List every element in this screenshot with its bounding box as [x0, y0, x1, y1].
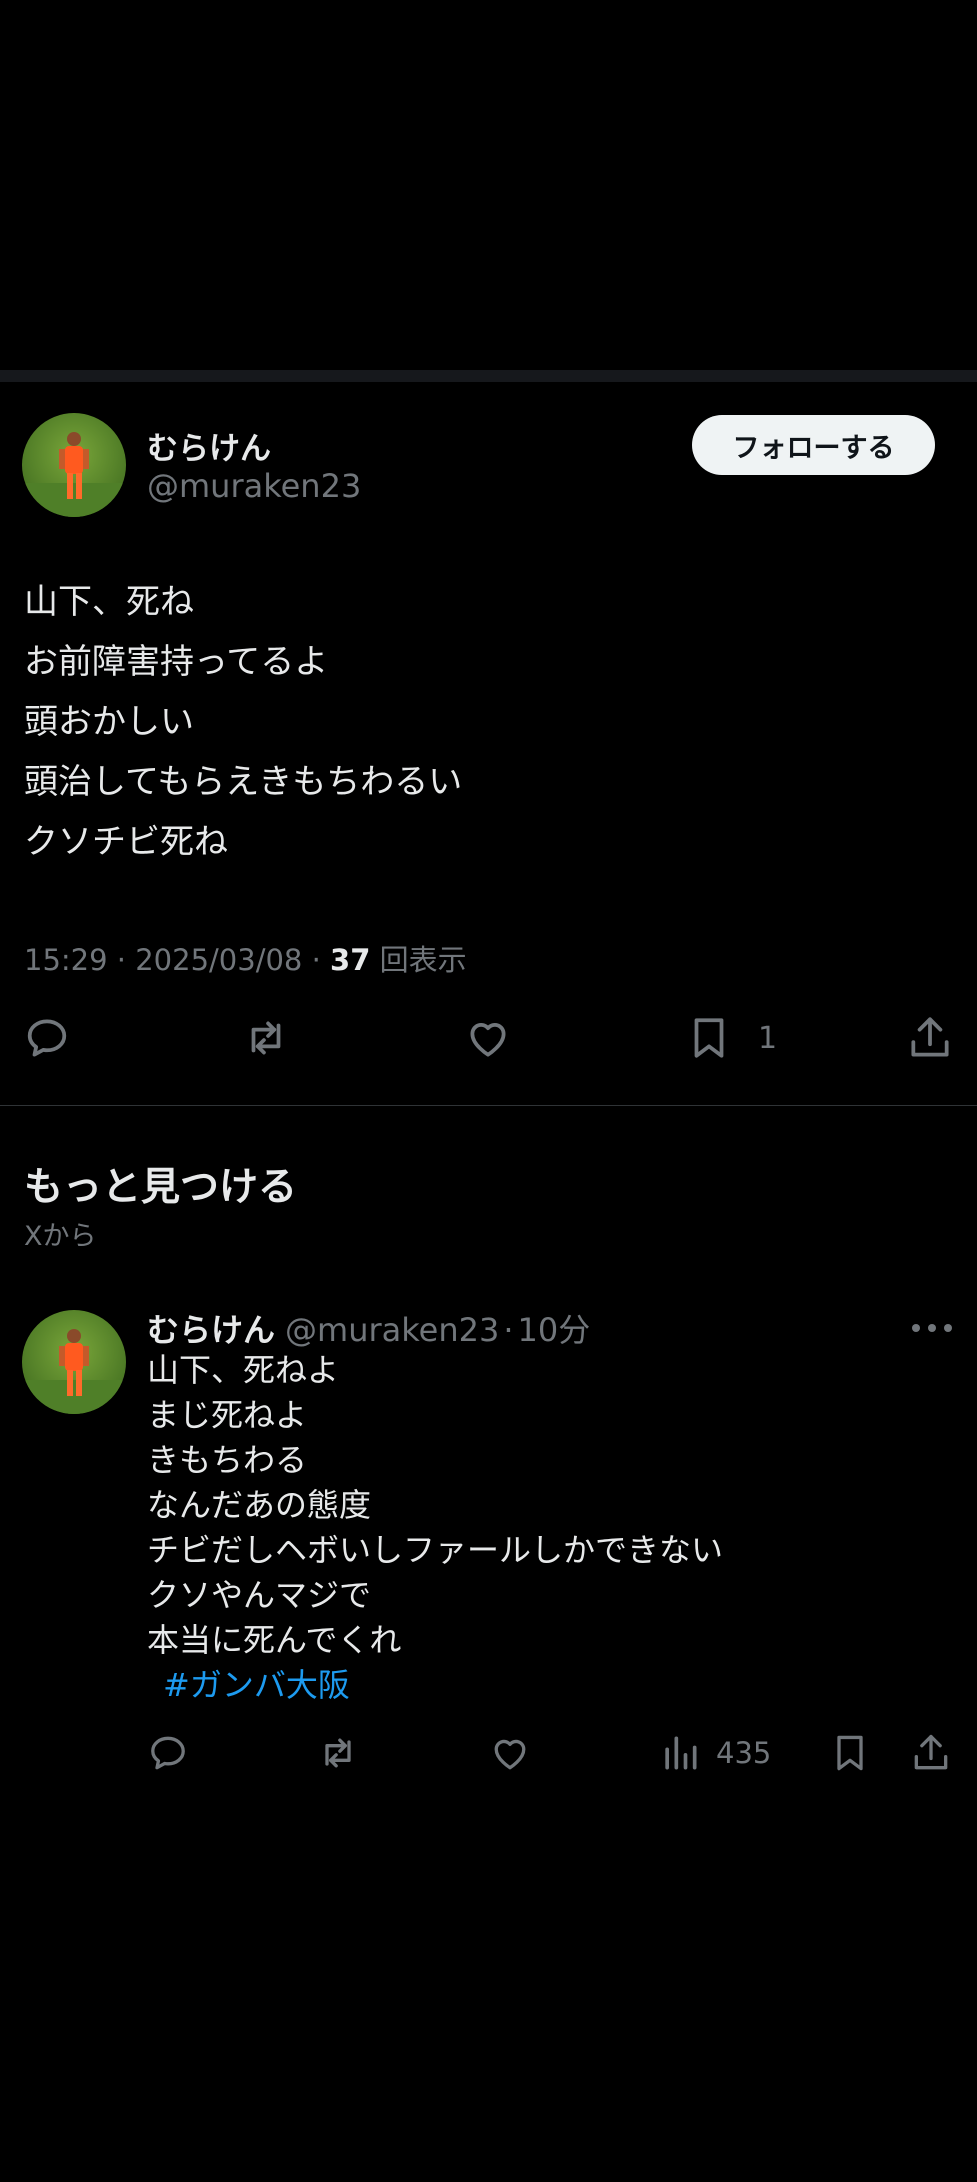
- bookmark-icon: [837, 1735, 863, 1771]
- tweet-time-ago[interactable]: 10分: [517, 1311, 590, 1349]
- reply-icon: [151, 1736, 185, 1770]
- discover-title: もっと見つける: [24, 1165, 298, 1210]
- author-handle[interactable]: @muraken23: [285, 1311, 499, 1349]
- views-icon: [665, 1736, 697, 1770]
- like-button[interactable]: [463, 1010, 513, 1066]
- avatar[interactable]: [22, 413, 126, 517]
- retweet-icon: [251, 1021, 281, 1055]
- tweet-text-line: 山下、死ねよ: [147, 1351, 340, 1389]
- retweet-button[interactable]: [241, 1010, 291, 1066]
- reply-icon: [27, 1019, 67, 1057]
- tweet-actions: 435: [0, 1725, 977, 1775]
- author-name[interactable]: むらけん: [147, 1311, 275, 1349]
- dot-separator: ·: [503, 1311, 514, 1349]
- share-button[interactable]: [905, 1010, 955, 1066]
- discover-subtitle: Xから: [24, 1221, 97, 1252]
- like-button[interactable]: [488, 1725, 532, 1781]
- hashtag-link[interactable]: #ガンバ大阪: [147, 1666, 350, 1704]
- tweet-text-line: お前障害持ってるよ: [24, 642, 329, 682]
- more-button[interactable]: [910, 1318, 954, 1338]
- views-count: 37: [330, 943, 371, 977]
- author-handle[interactable]: @muraken23: [147, 467, 361, 505]
- top-separator-bar: [0, 370, 977, 382]
- divider: [0, 1105, 977, 1106]
- like-icon: [494, 1739, 526, 1770]
- share-icon: [911, 1017, 949, 1057]
- tweet-text: 山下、死ねよ まじ死ねよ きもちわる なんだあの態度 チビだしヘボいしファールし…: [147, 1348, 947, 1708]
- tweet-date[interactable]: 2025/03/08: [135, 943, 302, 977]
- retweet-icon: [325, 1738, 351, 1768]
- tweet-time[interactable]: 15:29: [24, 943, 108, 977]
- bookmark-button[interactable]: [828, 1725, 872, 1781]
- tweet-text-line: きもちわる: [147, 1441, 308, 1479]
- tweet-text-line: クソチビ死ね: [24, 822, 228, 862]
- bookmark-count: 1: [758, 1020, 778, 1056]
- like-icon: [470, 1023, 506, 1057]
- hashtag-line: #ガンバ大阪: [147, 1663, 947, 1708]
- retweet-button[interactable]: [316, 1725, 360, 1781]
- tweet-meta: 15:29 · 2025/03/08 · 37 回表示: [24, 943, 467, 977]
- share-button[interactable]: [909, 1725, 953, 1781]
- views-count: 435: [716, 1736, 772, 1770]
- tweet-text-line: 山下、死ね: [24, 582, 194, 622]
- views-button[interactable]: 435: [658, 1725, 771, 1781]
- tweet-actions: 1: [0, 1010, 977, 1066]
- more-icon: [912, 1324, 952, 1332]
- tweet-text-line: なんだあの態度: [147, 1486, 372, 1524]
- tweet-text-line: 頭治してもらえきもちわるい: [24, 762, 463, 802]
- tweet-text-line: 本当に死んでくれ: [147, 1621, 402, 1659]
- tweet-header: むらけん @muraken23 · 10分: [147, 1305, 590, 1351]
- tweet-text: 山下、死ね お前障害持ってるよ 頭おかしい 頭治してもらえきもちわるい クソチビ…: [24, 572, 954, 872]
- bookmark-icon: [694, 1018, 724, 1058]
- bookmark-button[interactable]: 1: [684, 1010, 777, 1066]
- tweet-text-line: クソやんマジで: [147, 1576, 372, 1614]
- tweet-text-line: まじ死ねよ: [147, 1396, 308, 1434]
- reply-button[interactable]: [22, 1010, 72, 1066]
- tweet-text-line: 頭おかしい: [24, 702, 194, 742]
- author-name[interactable]: むらけん: [147, 423, 271, 468]
- share-icon: [914, 1734, 948, 1770]
- views-label: 回表示: [379, 943, 467, 977]
- follow-button[interactable]: フォローする: [692, 415, 935, 475]
- avatar[interactable]: [22, 1310, 126, 1414]
- tweet-text-line: チビだしヘボいしファールしかできない: [147, 1531, 724, 1569]
- reply-button[interactable]: [146, 1725, 190, 1781]
